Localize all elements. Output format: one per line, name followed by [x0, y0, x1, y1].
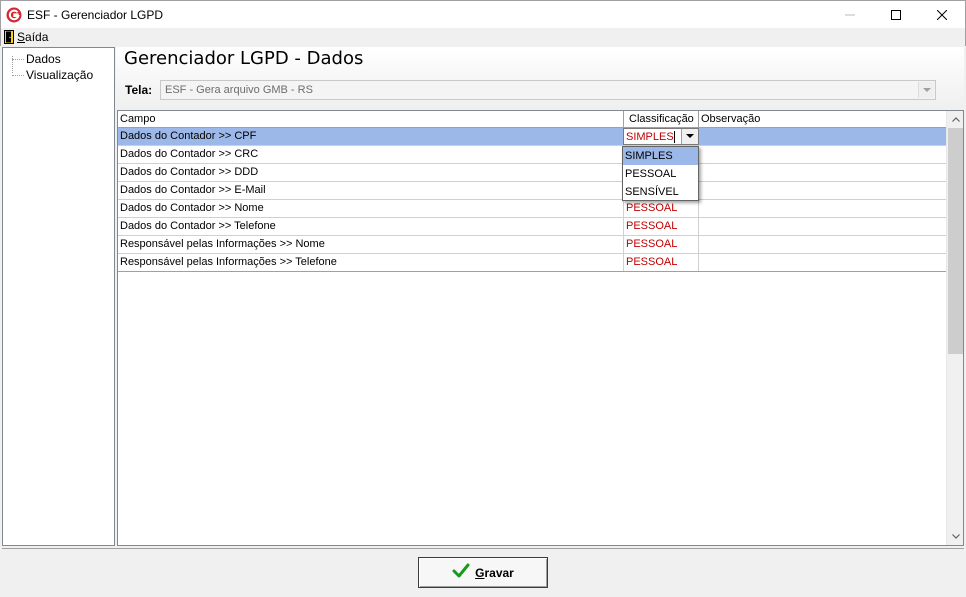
classification-grid: Campo Classificação Observação Dados do …	[117, 110, 964, 546]
cell-observacao[interactable]	[699, 164, 948, 181]
cell-observacao[interactable]	[699, 218, 948, 235]
column-header-classificacao[interactable]: Classificação	[624, 111, 699, 128]
close-icon[interactable]	[919, 1, 965, 29]
cell-campo: Dados do Contador >> DDD	[118, 164, 624, 181]
save-button-label: Gravar	[475, 565, 514, 580]
tree-item-label: Dados	[26, 52, 61, 66]
cell-campo: Dados do Contador >> Nome	[118, 200, 624, 217]
table-row[interactable]: Responsável pelas Informações >> Nome PE…	[118, 236, 948, 254]
cell-classificacao[interactable]: PESSOAL	[624, 200, 699, 217]
window-title: ESF - Gerenciador LGPD	[27, 8, 164, 22]
cell-classificacao[interactable]: PESSOAL	[624, 218, 699, 235]
cell-observacao[interactable]	[699, 236, 948, 253]
cell-classificacao[interactable]: PESSOAL	[624, 254, 699, 271]
column-header-campo[interactable]: Campo	[118, 111, 624, 128]
menu-item-saida-label: Saída	[17, 30, 49, 44]
screen-select-value: ESF - Gera arquivo GMB - RS	[165, 84, 313, 96]
cell-campo: Dados do Contador >> CRC	[118, 146, 624, 163]
classification-dropdown[interactable]: SIMPLES PESSOAL SENSÍVEL	[622, 146, 699, 201]
cell-observacao[interactable]	[699, 146, 948, 163]
chevron-down-icon[interactable]	[918, 82, 934, 98]
table-row[interactable]: Dados do Contador >> Telefone PESSOAL	[118, 218, 948, 236]
dropdown-option-pessoal[interactable]: PESSOAL	[623, 165, 698, 183]
cell-observacao[interactable]	[699, 128, 948, 145]
dropdown-option-simples[interactable]: SIMPLES	[623, 147, 698, 165]
navigation-tree: Dados Visualização	[2, 47, 115, 546]
tree-item-label: Visualização	[26, 68, 94, 82]
text-caret	[674, 131, 675, 143]
screen-select[interactable]: ESF - Gera arquivo GMB - RS	[160, 80, 936, 100]
tree-item-dados[interactable]: Dados	[3, 51, 61, 67]
column-header-observacao[interactable]: Observação	[699, 111, 948, 128]
cell-campo: Dados do Contador >> E-Mail	[118, 182, 624, 199]
title-bar: ESF - Gerenciador LGPD	[0, 0, 966, 28]
cell-campo: Dados do Contador >> CPF	[118, 128, 624, 145]
cell-campo: Responsável pelas Informações >> Telefon…	[118, 254, 624, 271]
chevron-down-icon[interactable]	[681, 129, 698, 144]
table-row[interactable]: Dados do Contador >> DDD	[118, 164, 948, 182]
grid-divider	[118, 271, 948, 272]
table-row[interactable]: Dados do Contador >> Nome PESSOAL	[118, 200, 948, 218]
checkmark-icon	[452, 563, 470, 582]
chevron-down-icon[interactable]	[947, 528, 964, 545]
cell-observacao[interactable]	[699, 200, 948, 217]
minimize-icon[interactable]	[827, 1, 873, 29]
cell-classificacao[interactable]: PESSOAL	[624, 236, 699, 253]
cell-observacao[interactable]	[699, 254, 948, 271]
tree-item-visualizacao[interactable]: Visualização	[3, 67, 93, 83]
table-row[interactable]: Dados do Contador >> E-Mail	[118, 182, 948, 200]
cell-campo: Dados do Contador >> Telefone	[118, 218, 624, 235]
exit-door-icon	[4, 30, 14, 44]
screen-label: Tela:	[125, 83, 153, 97]
dropdown-option-sensivel[interactable]: SENSÍVEL	[623, 183, 698, 201]
classification-editor-value: SIMPLES	[626, 131, 674, 143]
esf-logo-icon	[6, 7, 22, 23]
footer-bar: Gravar	[2, 548, 964, 595]
cell-observacao[interactable]	[699, 182, 948, 199]
menu-bar: Saída	[0, 28, 966, 46]
chevron-up-icon[interactable]	[947, 111, 964, 128]
table-row[interactable]: Dados do Contador >> CRC	[118, 146, 948, 164]
menu-item-saida[interactable]: Saída	[4, 29, 48, 45]
vertical-scrollbar[interactable]	[946, 111, 963, 545]
scrollbar-thumb[interactable]	[948, 128, 963, 354]
save-button[interactable]: Gravar	[418, 557, 548, 588]
maximize-icon[interactable]	[873, 1, 919, 29]
page-title: Gerenciador LGPD - Dados	[124, 48, 364, 69]
cell-campo: Responsável pelas Informações >> Nome	[118, 236, 624, 253]
table-row[interactable]: Responsável pelas Informações >> Telefon…	[118, 254, 948, 272]
classification-editor[interactable]: SIMPLES	[623, 128, 699, 145]
table-row[interactable]: Dados do Contador >> CPF SIMPLES	[118, 128, 948, 146]
grid-header: Campo Classificação Observação	[118, 111, 948, 128]
